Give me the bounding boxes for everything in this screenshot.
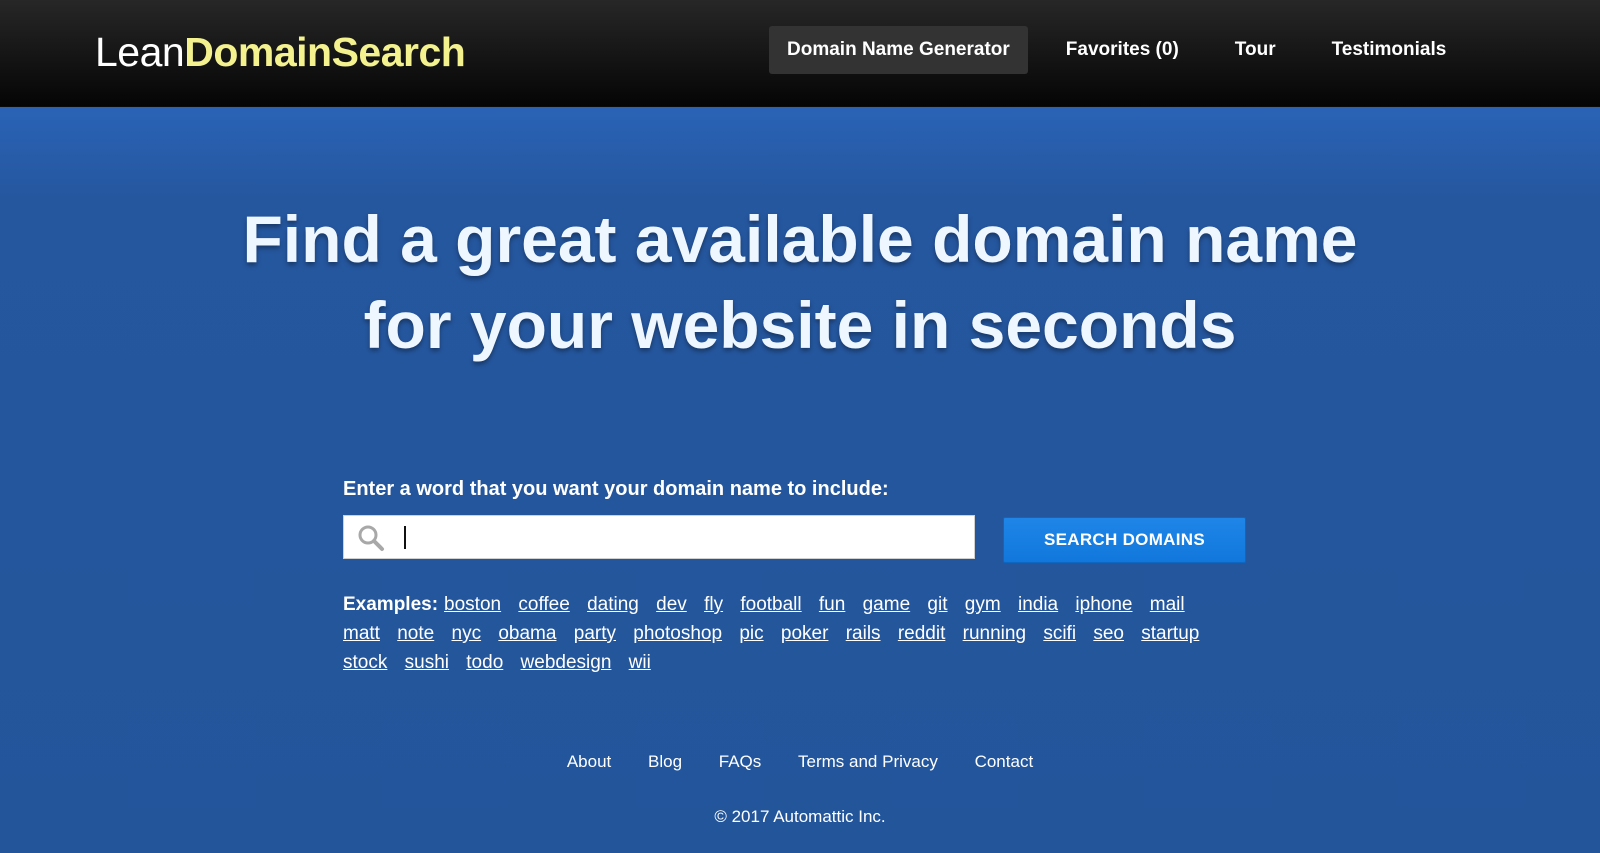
example-link[interactable]: sushi bbox=[405, 652, 449, 673]
example-link[interactable]: reddit bbox=[898, 623, 946, 644]
search-input[interactable] bbox=[400, 516, 974, 560]
hero-headline: Find a great available domain name for y… bbox=[0, 196, 1600, 368]
footer-link-terms-privacy[interactable]: Terms and Privacy bbox=[798, 752, 938, 771]
example-link[interactable]: mail bbox=[1150, 594, 1185, 615]
example-link[interactable]: gym bbox=[965, 594, 1001, 615]
example-link[interactable]: iphone bbox=[1075, 594, 1132, 615]
example-link[interactable]: fly bbox=[704, 594, 723, 615]
footer-link-contact[interactable]: Contact bbox=[975, 752, 1034, 771]
example-link[interactable]: dating bbox=[587, 594, 639, 615]
example-link[interactable]: running bbox=[963, 623, 1026, 644]
search-box[interactable] bbox=[343, 515, 975, 560]
examples-list: Examples: boston coffee dating dev fly fo… bbox=[343, 590, 1243, 677]
example-link[interactable]: seo bbox=[1093, 623, 1124, 644]
copyright-text: © 2017 Automattic Inc. bbox=[714, 807, 886, 826]
example-link[interactable]: webdesign bbox=[521, 652, 612, 673]
footer-links: About Blog FAQs Terms and Privacy Contac… bbox=[0, 752, 1600, 772]
example-link[interactable]: photoshop bbox=[633, 623, 722, 644]
logo-lean: Lean bbox=[95, 29, 185, 75]
example-link[interactable]: obama bbox=[498, 623, 556, 644]
example-link[interactable]: todo bbox=[466, 652, 503, 673]
text-caret bbox=[404, 526, 406, 549]
site-logo[interactable]: LeanDomainSearch bbox=[95, 28, 466, 76]
example-link[interactable]: scifi bbox=[1043, 623, 1076, 644]
footer-link-blog[interactable]: Blog bbox=[648, 752, 682, 771]
top-bar: LeanDomainSearch Domain Name Generator F… bbox=[0, 0, 1600, 107]
example-link[interactable]: coffee bbox=[518, 594, 569, 615]
examples-label: Examples: bbox=[343, 594, 439, 615]
nav-domain-name-generator[interactable]: Domain Name Generator bbox=[769, 26, 1028, 74]
logo-domain-search: DomainSearch bbox=[184, 29, 466, 75]
search-label: Enter a word that you want your domain n… bbox=[343, 478, 889, 500]
headline-line-1: Find a great available domain name bbox=[242, 202, 1358, 276]
footer-link-about[interactable]: About bbox=[567, 752, 611, 771]
example-link[interactable]: football bbox=[740, 594, 801, 615]
footer-link-faqs[interactable]: FAQs bbox=[719, 752, 762, 771]
example-link[interactable]: boston bbox=[444, 594, 501, 615]
example-link[interactable]: pic bbox=[739, 623, 763, 644]
magnifier-icon bbox=[357, 524, 385, 552]
example-link[interactable]: stock bbox=[343, 652, 387, 673]
example-link[interactable]: note bbox=[397, 623, 434, 644]
example-link[interactable]: wii bbox=[629, 652, 651, 673]
example-link[interactable]: fun bbox=[819, 594, 845, 615]
example-link[interactable]: india bbox=[1018, 594, 1058, 615]
example-link[interactable]: matt bbox=[343, 623, 380, 644]
example-link[interactable]: startup bbox=[1141, 623, 1199, 644]
headline-line-2: for your website in seconds bbox=[363, 288, 1237, 362]
search-domains-button[interactable]: SEARCH DOMAINS bbox=[1003, 517, 1246, 563]
example-link[interactable]: game bbox=[863, 594, 911, 615]
example-link[interactable]: nyc bbox=[452, 623, 482, 644]
example-link[interactable]: rails bbox=[846, 623, 881, 644]
nav-tour[interactable]: Tour bbox=[1217, 26, 1294, 74]
example-link[interactable]: git bbox=[927, 594, 947, 615]
nav-favorites[interactable]: Favorites (0) bbox=[1048, 26, 1197, 74]
nav-testimonials[interactable]: Testimonials bbox=[1314, 26, 1465, 74]
example-link[interactable]: dev bbox=[656, 594, 687, 615]
main-nav: Domain Name Generator Favorites (0) Tour… bbox=[769, 26, 1484, 74]
example-link[interactable]: poker bbox=[781, 623, 829, 644]
example-link[interactable]: party bbox=[574, 623, 616, 644]
